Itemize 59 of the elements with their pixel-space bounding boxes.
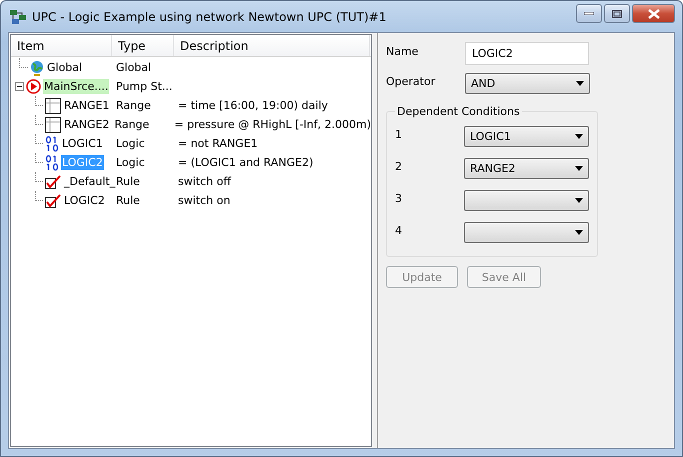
tree-item[interactable]: RANGE1 <box>63 98 110 113</box>
globe-icon <box>30 60 44 76</box>
tree-item[interactable]: _Default_ <box>63 174 116 189</box>
name-field[interactable]: LOGIC2 <box>465 42 589 65</box>
tree-item[interactable]: RANGE2 <box>63 117 110 132</box>
group-title: Dependent Conditions <box>396 105 521 118</box>
description-cell-text: = pressure @ RHighL [-Inf, 2.000m) <box>173 118 371 131</box>
column-header[interactable]: Description <box>174 35 370 56</box>
type-cell-text: Range <box>115 99 152 112</box>
minimize-button[interactable] <box>576 4 602 23</box>
tree-item[interactable]: Global <box>46 60 84 75</box>
condition-number: 4 <box>395 223 403 237</box>
type-cell-text: Range <box>113 118 150 131</box>
grid-icon <box>45 116 61 132</box>
condition-dropdown[interactable] <box>464 190 589 211</box>
condition-dropdown[interactable]: RANGE2 <box>464 158 589 179</box>
description-cell-text: = (LOGIC1 and RANGE2) <box>177 156 314 169</box>
column-header[interactable]: Type <box>112 35 174 56</box>
field-label: Operator <box>386 74 436 88</box>
dropdown-arrow-icon <box>575 230 583 235</box>
tree-item[interactable]: MainSrce.... <box>43 79 110 94</box>
condition-number: 1 <box>395 127 403 141</box>
play-icon <box>26 79 41 94</box>
expander[interactable] <box>15 82 24 91</box>
dropdown-arrow-icon <box>576 81 584 86</box>
operator-dropdown[interactable]: AND <box>465 73 590 94</box>
condition-number: 3 <box>395 191 403 205</box>
dropdown-arrow-icon <box>575 134 583 139</box>
tree-item[interactable]: LOGIC1 <box>61 136 104 151</box>
condition-dropdown[interactable]: LOGIC1 <box>464 126 589 147</box>
dropdown-arrow-icon <box>575 166 583 171</box>
binary-icon <box>45 154 59 170</box>
type-cell-text: Logic <box>115 137 146 150</box>
window-title: UPC - Logic Example using network Newtown UPC (TUT)#1 <box>32 10 388 24</box>
column-header[interactable]: Item <box>11 35 112 56</box>
dropdown-arrow-icon <box>575 198 583 203</box>
description-cell-text: switch off <box>177 175 231 188</box>
tree-item[interactable]: LOGIC2 <box>63 193 106 208</box>
checkbox-icon <box>45 174 61 188</box>
type-cell-text: Rule <box>115 194 141 207</box>
maximize-button[interactable] <box>604 4 630 23</box>
condition-number: 2 <box>395 159 403 173</box>
checkbox-icon <box>45 194 61 208</box>
network-icon <box>10 10 26 24</box>
close-icon <box>648 8 660 18</box>
type-cell-text: Global <box>115 61 152 74</box>
condition-dropdown[interactable] <box>464 222 589 243</box>
description-cell-text: switch on <box>177 194 230 207</box>
type-cell-text: Logic <box>115 156 146 169</box>
binary-icon <box>45 136 59 152</box>
description-cell-text: = not RANGE1 <box>177 137 258 150</box>
grid-icon <box>45 98 61 114</box>
minimize-icon <box>584 12 594 15</box>
maximize-icon <box>612 10 622 18</box>
description-cell-text: = time [16:00, 19:00) daily <box>177 99 328 112</box>
minus-icon <box>17 86 22 87</box>
close-button[interactable] <box>632 4 675 23</box>
field-label: Name <box>386 44 420 58</box>
type-cell-text: Pump St... <box>115 80 174 93</box>
